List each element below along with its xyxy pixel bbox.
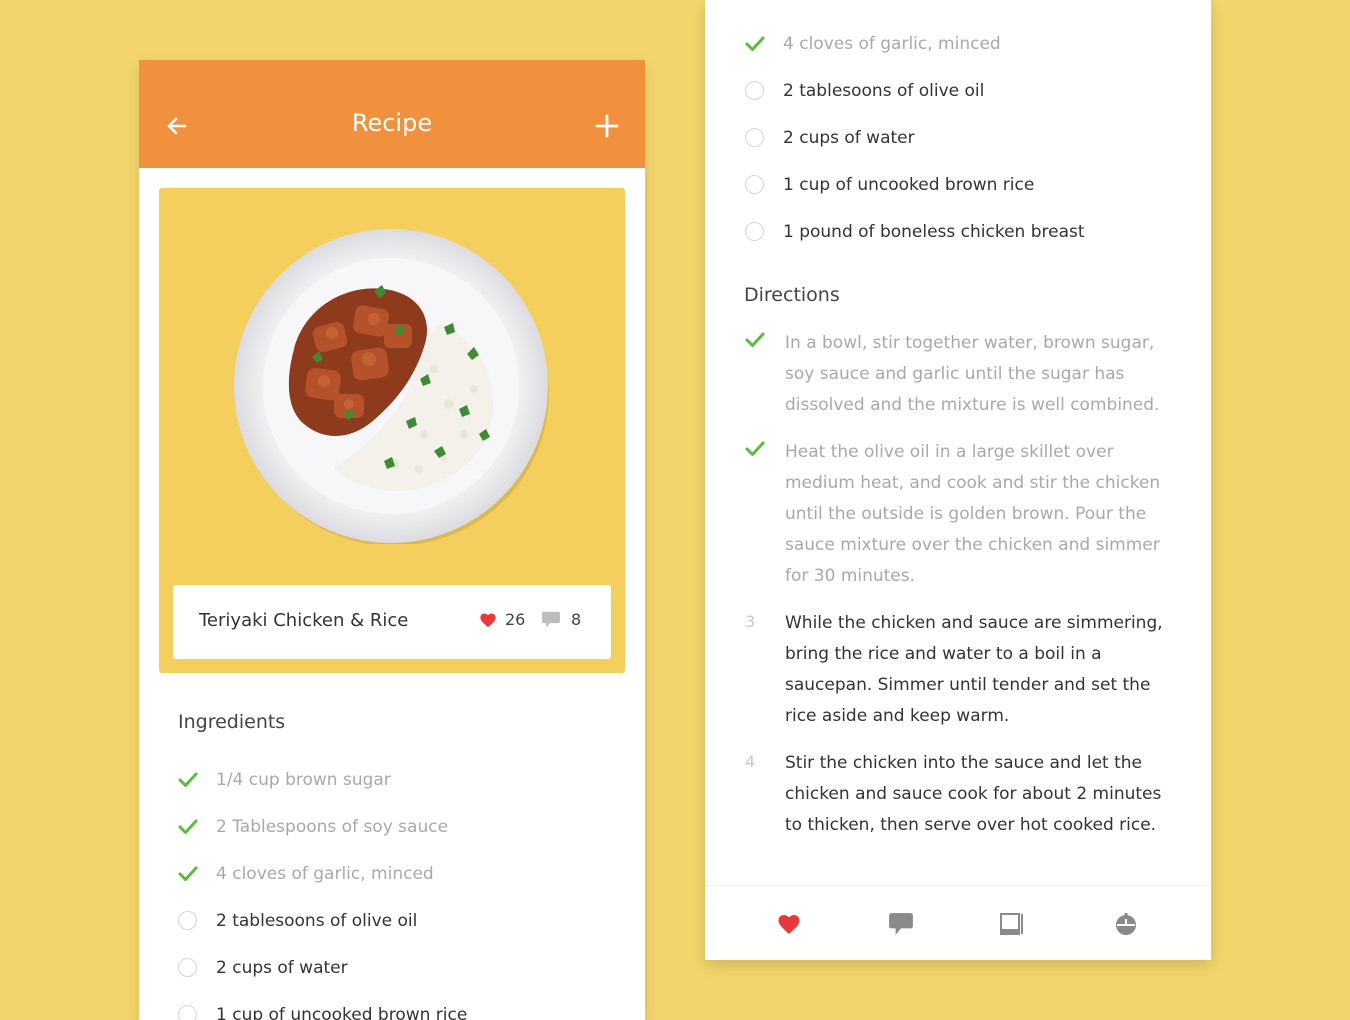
check-icon (745, 328, 785, 352)
page-title: Recipe (351, 109, 433, 137)
ingredient-item[interactable]: 1 cup of uncooked brown rice (745, 161, 1185, 208)
ingredient-label: 1 cup of uncooked brown rice (216, 1004, 468, 1020)
recipe-screen-right: 4 cloves of garlic, minced 2 tablesoons … (705, 0, 1211, 960)
empty-circle-icon (745, 174, 783, 196)
likes-count: 26 (505, 610, 526, 629)
ingredient-label: 2 tablesoons of olive oil (216, 910, 418, 931)
step-number: 4 (745, 752, 756, 771)
check-icon (178, 863, 216, 885)
likes-button[interactable]: 26 (479, 610, 525, 629)
app-header: Recipe (139, 60, 645, 168)
comment-icon (542, 611, 560, 628)
add-button[interactable] (595, 114, 619, 138)
ingredient-label: 4 cloves of garlic, minced (216, 863, 434, 884)
ingredient-label: 2 tablesoons of olive oil (783, 80, 985, 101)
tab-timer[interactable] (1112, 910, 1140, 938)
direction-step[interactable]: Heat the olive oil in a large skillet ov… (745, 437, 1185, 592)
comments-count: 8 (571, 610, 582, 629)
ingredient-item[interactable]: 1 pound of boneless chicken breast (745, 208, 1185, 255)
check-icon (745, 437, 785, 461)
heart-icon (480, 612, 496, 627)
ingredient-item[interactable]: 2 cups of water (745, 114, 1185, 161)
ingredient-label: 2 cups of water (783, 127, 915, 148)
ingredient-item[interactable]: 2 tablesoons of olive oil (178, 897, 618, 944)
empty-circle-icon (745, 80, 783, 102)
empty-circle-icon (178, 910, 216, 932)
recipe-screen-left: Recipe Teriyaki Chicken & Rice 26 8 Ingr… (139, 60, 645, 1020)
check-icon (178, 769, 216, 791)
empty-circle-icon (745, 127, 783, 149)
empty-circle-icon (178, 1004, 216, 1020)
ingredient-item[interactable]: 4 cloves of garlic, minced (178, 850, 618, 897)
recipe-name: Teriyaki Chicken & Rice (199, 610, 409, 631)
timer-icon (1116, 913, 1136, 935)
ingredients-list: 1/4 cup brown sugar 2 Tablespoons of soy… (178, 756, 618, 1020)
ingredient-label: 4 cloves of garlic, minced (783, 33, 1001, 54)
direction-text: Stir the chicken into the sauce and let … (785, 753, 1162, 835)
tab-favorites[interactable] (775, 910, 803, 938)
ingredient-label: 2 Tablespoons of soy sauce (216, 816, 449, 837)
ingredient-label: 2 cups of water (216, 957, 348, 978)
step-number: 3 (745, 612, 756, 631)
book-icon (1000, 913, 1023, 935)
check-icon (178, 816, 216, 838)
empty-circle-icon (745, 221, 783, 243)
tab-comments[interactable] (887, 910, 915, 938)
plus-icon (595, 114, 619, 138)
dish-image (234, 229, 549, 544)
ingredient-item[interactable]: 2 cups of water (178, 944, 618, 991)
recipe-info-card: Teriyaki Chicken & Rice 26 8 (173, 585, 611, 659)
check-icon (745, 33, 783, 55)
ingredient-item[interactable]: 4 cloves of garlic, minced (745, 20, 1185, 67)
directions-list: In a bowl, stir together water, brown su… (745, 328, 1185, 857)
recipe-hero: Teriyaki Chicken & Rice 26 8 (159, 188, 625, 673)
empty-circle-icon (178, 957, 216, 979)
direction-step[interactable]: 3 While the chicken and sauce are simmer… (745, 608, 1185, 732)
ingredient-item[interactable]: 2 Tablespoons of soy sauce (178, 803, 618, 850)
direction-text: Heat the olive oil in a large skillet ov… (785, 442, 1161, 586)
directions-heading: Directions (744, 284, 840, 306)
ingredient-label: 1 cup of uncooked brown rice (783, 174, 1035, 195)
comments-button[interactable]: 8 (541, 610, 581, 629)
heart-icon (778, 915, 800, 934)
direction-text: In a bowl, stir together water, brown su… (785, 333, 1160, 415)
ingredient-label: 1 pound of boneless chicken breast (783, 221, 1085, 242)
comment-icon (889, 913, 913, 935)
ingredients-heading: Ingredients (178, 711, 286, 733)
ingredient-item[interactable]: 1 cup of uncooked brown rice (178, 991, 618, 1020)
bottom-tab-bar (705, 885, 1211, 960)
ingredient-item[interactable]: 2 tablesoons of olive oil (745, 67, 1185, 114)
ingredient-label: 1/4 cup brown sugar (216, 769, 391, 790)
direction-step[interactable]: In a bowl, stir together water, brown su… (745, 328, 1185, 421)
direction-step[interactable]: 4 Stir the chicken into the sauce and le… (745, 748, 1185, 841)
tab-book[interactable] (998, 910, 1026, 938)
direction-text: While the chicken and sauce are simmerin… (785, 613, 1163, 726)
ingredient-item[interactable]: 1/4 cup brown sugar (178, 756, 618, 803)
ingredients-list-continued: 4 cloves of garlic, minced 2 tablesoons … (745, 20, 1185, 255)
